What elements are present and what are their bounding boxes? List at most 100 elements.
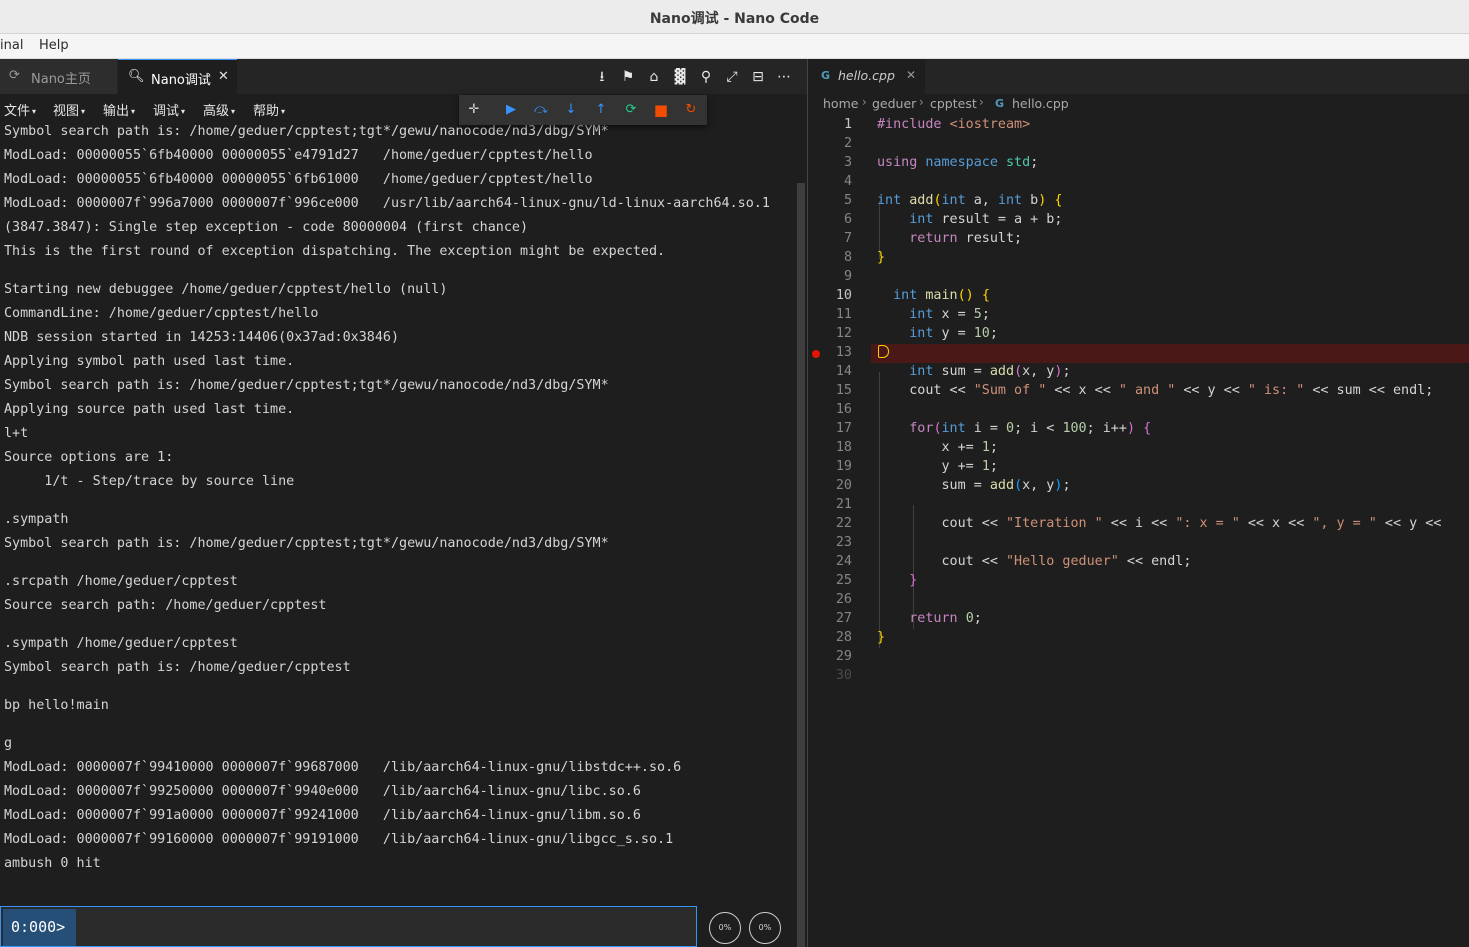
- console-line: (3847.3847): Single step exception - cod…: [4, 220, 529, 235]
- menu-help[interactable]: Help: [39, 38, 69, 53]
- registers-icon[interactable]: ⌂: [645, 68, 663, 86]
- console-vertical-scrollbar[interactable]: [797, 183, 805, 947]
- line-number: 20: [835, 478, 852, 493]
- console-line: 1/t - Step/trace by source line: [4, 474, 295, 489]
- line-number: 12: [835, 326, 852, 341]
- line-number: 10: [835, 288, 852, 303]
- code-line-14: int sum = add(x, y);: [909, 364, 1071, 379]
- disconnect-icon[interactable]: ↻: [682, 101, 700, 119]
- cpp-file-icon: G: [995, 97, 1005, 110]
- code-line-19: y += 1;: [877, 459, 998, 474]
- save-layout-icon[interactable]: ⭳: [593, 68, 611, 86]
- step-over-icon[interactable]: ⤼: [532, 101, 550, 119]
- code-line-17: for(int i = 0; i < 100; i++) {: [909, 421, 1152, 436]
- submenu-file[interactable]: 文件 ▾: [4, 100, 36, 119]
- submenu-debug[interactable]: 调试 ▾: [153, 100, 185, 119]
- chevron-down-icon: ▾: [181, 107, 186, 116]
- line-number: 6: [843, 212, 852, 227]
- zoom-icon[interactable]: ⚲: [697, 68, 715, 86]
- line-number: 24: [835, 554, 852, 569]
- title-bar: Nano调试 - Nano Code: [0, 0, 1469, 34]
- step-out-icon[interactable]: ↑: [592, 101, 610, 119]
- line-number: 22: [835, 516, 852, 531]
- submenu-help[interactable]: 帮助 ▾: [253, 100, 285, 119]
- disassembly-icon[interactable]: ▓: [671, 68, 689, 86]
- console-line: g: [4, 736, 13, 751]
- code-line-12: int y = 10;: [909, 326, 998, 341]
- cpp-file-icon: G: [821, 69, 831, 82]
- tab-nano-debug[interactable]: 🔍︎ Nano调试 ✕: [118, 59, 237, 94]
- console-line: Applying source path used last time.: [4, 402, 295, 417]
- code-line-15: cout << "Sum of " << x << " and " << y <…: [877, 383, 1434, 398]
- console-line: ModLoad: 00000055`6fb40000 00000055`e479…: [4, 148, 593, 163]
- breadcrumb-cpptest[interactable]: cpptest: [930, 96, 977, 111]
- console-line: Symbol search path is: /home/geduer/cppt…: [4, 536, 609, 551]
- line-number: 27: [835, 611, 852, 626]
- breadcrumb-file[interactable]: hello.cpp: [1012, 96, 1069, 111]
- submenu-output-label: 输出: [103, 104, 130, 119]
- editor-panel: G hello.cpp ✕ home › geduer › cpptest › …: [808, 59, 1469, 947]
- debugger-panel: ⟳ Nano主页 🔍︎ Nano调试 ✕ ⭳ ⚑ ⌂ ▓ ⚲ ⤢ ⊟ ⋯ 文件 ▾…: [0, 59, 807, 947]
- step-into-icon[interactable]: ↓: [562, 101, 580, 119]
- tab-nano-home[interactable]: ⟳ Nano主页: [0, 59, 117, 94]
- console-line: Applying symbol path used last time.: [4, 354, 295, 369]
- code-line-28: }: [877, 630, 886, 645]
- submenu-file-label: 文件: [4, 104, 31, 119]
- more-icon[interactable]: ⋯: [775, 68, 793, 86]
- console-line: ModLoad: 0000007f`99250000 0000007f`9940…: [4, 784, 641, 799]
- code-editor[interactable]: 1 2 3 4 5 6 7 8 9 10 11 12 13 14 15 16 17 18 19 20 21 22 23 24 2…: [808, 116, 1469, 947]
- debug-control-toolbar: ✛ ▶ ⤼ ↓ ↑ ⟳ ■ ↻: [459, 95, 707, 125]
- line-number: 5: [843, 193, 852, 208]
- line-number: 29: [835, 649, 852, 664]
- line-number: 23: [835, 535, 852, 550]
- restart-icon[interactable]: ⟳: [622, 101, 640, 119]
- current-line-highlight: [871, 344, 1469, 363]
- split-panel-icon[interactable]: ⊟: [749, 68, 767, 86]
- chevron-down-icon: ▾: [231, 107, 236, 116]
- command-input[interactable]: [77, 909, 694, 946]
- chevron-down-icon: ▾: [281, 107, 286, 116]
- chevron-right-icon: ›: [979, 95, 984, 109]
- submenu-debug-label: 调试: [153, 104, 180, 119]
- memory-icon[interactable]: ⚑: [619, 68, 637, 86]
- close-icon[interactable]: ✕: [906, 68, 916, 82]
- line-number: 3: [843, 155, 852, 170]
- breadcrumb-home[interactable]: home: [823, 96, 858, 111]
- line-number: 7: [843, 231, 852, 246]
- menu-bar: inal Help: [0, 34, 1469, 59]
- close-icon[interactable]: ✕: [218, 69, 229, 84]
- chevron-down-icon: ▾: [131, 107, 136, 116]
- line-number: 17: [835, 421, 852, 436]
- fullscreen-icon[interactable]: ⤢: [723, 68, 741, 86]
- console-line: .sympath: [4, 512, 69, 527]
- submenu-help-label: 帮助: [253, 104, 280, 119]
- line-number: 1: [843, 117, 852, 132]
- continue-icon[interactable]: ▶: [502, 101, 520, 119]
- submenu-output[interactable]: 输出 ▾: [103, 100, 135, 119]
- console-line: Symbol search path is: /home/geduer/cppt…: [4, 124, 609, 139]
- submenu-view[interactable]: 视图 ▾: [53, 100, 85, 119]
- code-line-18: x += 1;: [877, 440, 998, 455]
- console-line: bp hello!main: [4, 698, 109, 713]
- command-bar: 0:000>: [0, 906, 697, 947]
- submenu-advanced[interactable]: 高级 ▾: [203, 100, 235, 119]
- submenu-advanced-label: 高级: [203, 104, 230, 119]
- console-line: ModLoad: 0000007f`996a7000 0000007f`996c…: [4, 196, 770, 211]
- code-line-7: return result;: [909, 231, 1023, 246]
- code-line-24: cout << "Hello geduer" << endl;: [877, 554, 1192, 569]
- menu-terminal[interactable]: inal: [0, 38, 23, 53]
- code-line-8: }: [877, 250, 886, 265]
- tab-hello-cpp[interactable]: G hello.cpp ✕: [808, 59, 926, 94]
- console-line: ModLoad: 0000007f`99410000 0000007f`9968…: [4, 760, 682, 775]
- stop-icon[interactable]: ■: [652, 101, 670, 119]
- line-number: 14: [835, 364, 852, 379]
- console-line: Symbol search path is: /home/geduer/cppt…: [4, 378, 609, 393]
- code-line-27: return 0;: [909, 611, 982, 626]
- code-line-25: }: [909, 573, 918, 588]
- line-number: 26: [835, 592, 852, 607]
- window-title: Nano调试 - Nano Code: [649, 11, 820, 27]
- breadcrumb-geduer[interactable]: geduer: [872, 96, 916, 111]
- console-line: ModLoad: 0000007f`99160000 0000007f`9919…: [4, 832, 674, 847]
- line-number: 28: [835, 630, 852, 645]
- drag-handle-icon[interactable]: ✛: [465, 101, 483, 119]
